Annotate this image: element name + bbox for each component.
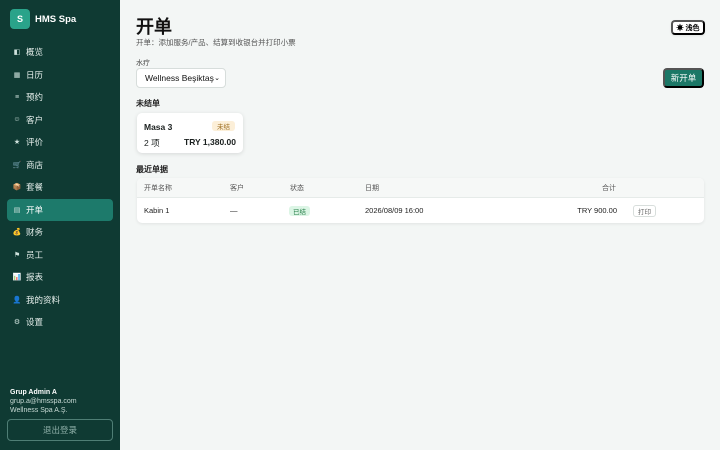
sidebar-item-label: 概览 [26,47,44,58]
money-bag-icon: 💰 [12,229,22,237]
row-actions: 打印 [633,198,656,223]
order-total: TRY 1,380.00 [184,137,236,147]
brand-name: HMS Spa [35,13,77,25]
brand-logo: S [10,9,30,29]
page-subtitle: 开单：添加服务/产品、结算到收银台并打印小票 [136,38,296,47]
sidebar-item-label: 员工 [26,249,44,260]
sidebar-item-0[interactable]: ◧ 概览 [7,41,113,64]
sidebar-item-4[interactable]: ★ 评价 [7,131,113,154]
sidebar-item-label: 套餐 [26,182,44,193]
appointments-icon: ≡ [14,93,20,101]
sidebar-item-6[interactable]: 📦 套餐 [7,176,113,199]
sidebar-item-label: 日历 [26,69,44,80]
row-status: 已结 [289,198,310,223]
user-company: Wellness Spa A.Ş. [10,407,68,414]
column-header-status: 状态 [290,184,304,192]
recent-orders-table: 开单名称 客户 状态 日期 合计 Kabin 1 — 已结 2026/08/09… [137,178,704,223]
calendar-icon: ▦ [13,71,21,79]
spa-select-value: Wellness Beşiktaş [145,73,214,83]
sidebar-item-label: 商店 [26,159,44,170]
column-header-total: 合计 [602,184,616,192]
chart-icon: 📊 [12,274,22,282]
sidebar-item-label: 我的资料 [26,294,61,305]
profile-icon: 👤 [12,296,22,304]
sidebar-item-label: 设置 [26,317,44,328]
print-button[interactable]: 打印 [633,204,656,217]
spa-select-label: 水疗 [136,60,150,67]
receipt-icon: ▤ [13,206,21,214]
status-badge: 未结 [212,121,235,131]
sidebar-item-3[interactable]: ☺ 客户 [7,109,113,132]
row-customer: — [230,206,238,215]
sidebar-item-label: 报表 [26,272,44,283]
brand[interactable]: S HMS Spa [10,9,76,29]
sidebar-item-10[interactable]: 📊 报表 [7,266,113,289]
sidebar-item-5[interactable]: 🛒 商店 [7,154,113,177]
row-total: TRY 900.00 [577,206,617,215]
open-orders-heading: 未结单 [136,99,160,108]
sidebar-item-12[interactable]: ⚙ 设置 [7,311,113,334]
open-order-card[interactable]: Masa 3 未结 2 项 TRY 1,380.00 [137,113,243,153]
star-icon: ★ [13,139,21,147]
sidebar-item-8[interactable]: 💰 财务 [7,221,113,244]
order-item-count: 2 项 [144,138,160,148]
user-info: Grup Admin A grup.a@hmsspa.com Wellness … [10,388,77,415]
user-name: Grup Admin A [10,389,57,396]
table-header: 开单名称 客户 状态 日期 合计 [137,178,704,198]
logout-button[interactable]: 退出登录 [7,419,113,441]
overview-icon: ◧ [13,49,21,57]
sidebar-item-2[interactable]: ≡ 预约 [7,86,113,109]
table-row[interactable]: Kabin 1 — 已结 2026/08/09 16:00 TRY 900.00… [137,198,704,223]
column-header-customer: 客户 [230,184,244,192]
sidebar-item-label: 预约 [26,92,44,103]
chevron-down-icon: ⌄ [214,75,220,82]
row-date: 2026/08/09 16:00 [365,206,424,215]
page-title: 开单 [136,17,172,37]
package-icon: 📦 [12,184,22,192]
sidebar-item-label: 财务 [26,227,44,238]
sidebar-item-9[interactable]: ⚑ 员工 [7,244,113,267]
customers-icon: ☺ [13,116,21,124]
column-header-name: 开单名称 [144,184,172,192]
flag-icon: ⚑ [13,251,21,259]
sidebar-item-label: 评价 [26,137,44,148]
gear-icon: ⚙ [13,319,21,327]
spa-select[interactable]: Wellness Beşiktaş ⌄ [136,68,226,88]
column-header-date: 日期 [365,184,379,192]
sidebar-item-1[interactable]: ▦ 日历 [7,64,113,87]
recent-orders-heading: 最近单据 [136,165,168,174]
sidebar-item-label: 客户 [26,114,44,125]
user-email: grup.a@hmsspa.com [10,398,77,405]
row-order-name: Kabin 1 [144,206,170,215]
cart-icon: 🛒 [12,161,22,169]
status-badge: 已结 [289,205,310,216]
new-order-button[interactable]: 新开单 [663,68,704,88]
sidebar-item-7[interactable]: ▤ 开单 [7,198,113,221]
order-card-title: Masa 3 [144,122,173,132]
sidebar-item-label: 开单 [26,204,44,215]
sidebar-item-11[interactable]: 👤 我的资料 [7,289,113,312]
sidebar-nav: ◧ 概览 ▦ 日历 ≡ 预约 ☺ 客户 ★ 评价 🛒 商店 📦 套餐 ▤ 开单 💰 财务 ⚑ 员工 📊 报表 👤 我的资料 ⚙ 设… [7,41,113,334]
theme-toggle-button[interactable]: ☀ 浅色 [671,20,705,35]
sidebar: S HMS Spa ◧ 概览 ▦ 日历 ≡ 预约 ☺ 客户 ★ 评价 🛒 商店 📦 套餐 ▤ 开单 💰 财务 ⚑ 员工… [0,0,120,450]
